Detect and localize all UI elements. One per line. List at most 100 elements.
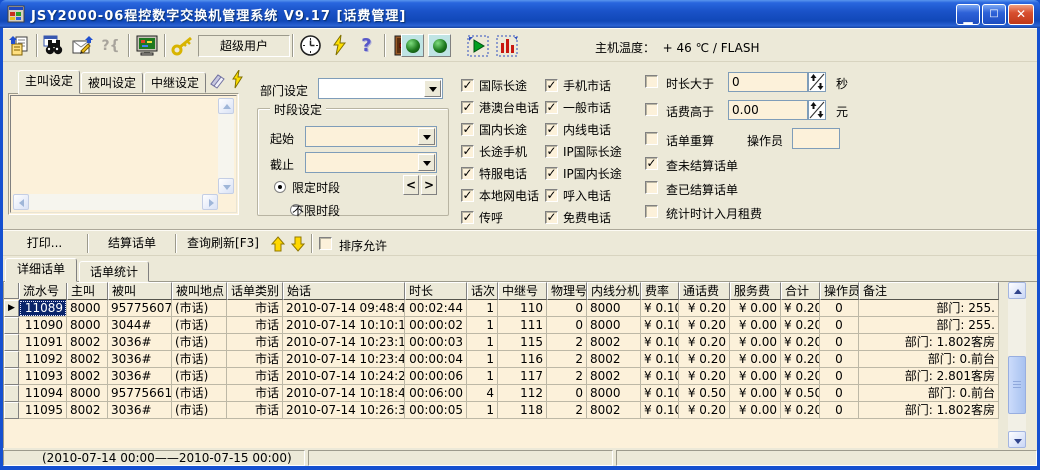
column-header[interactable]: 服务费: [730, 282, 781, 300]
table-cell[interactable]: ¥ 0.00: [730, 385, 781, 402]
settled-checkbox[interactable]: [645, 181, 658, 194]
print-button[interactable]: 打印...: [3, 233, 86, 254]
table-cell[interactable]: 市话: [227, 402, 283, 419]
table-cell[interactable]: 2010-07-14 10:23:45: [283, 351, 405, 368]
table-cell[interactable]: ¥ 0.20: [781, 334, 820, 351]
move-down-arrow-icon[interactable]: [291, 236, 305, 252]
operator-input[interactable]: [792, 128, 840, 149]
dropdown-arrow-icon[interactable]: [418, 154, 435, 171]
sort-allowed-checkbox[interactable]: [319, 237, 332, 250]
table-cell[interactable]: 部门: 1.802客房: [859, 402, 999, 419]
start-datetime-combo[interactable]: 2010-07-14 00:00: [305, 126, 437, 147]
table-cell[interactable]: ¥ 0.00: [730, 351, 781, 368]
table-cell[interactable]: 2: [547, 402, 587, 419]
table-cell[interactable]: 111: [498, 317, 547, 334]
table-cell[interactable]: ¥ 0.10: [641, 351, 679, 368]
table-cell[interactable]: 0: [547, 300, 587, 317]
table-cell[interactable]: 8002: [67, 334, 108, 351]
settle-button[interactable]: 结算话单: [90, 233, 174, 254]
table-cell[interactable]: ¥ 0.00: [730, 317, 781, 334]
department-select[interactable]: [318, 78, 443, 99]
column-header[interactable]: 话次: [467, 282, 498, 300]
table-cell[interactable]: 8000: [587, 317, 641, 334]
table-cell[interactable]: (市话): [172, 334, 227, 351]
table-cell[interactable]: ¥ 0.20: [781, 351, 820, 368]
table-cell[interactable]: (市话): [172, 368, 227, 385]
table-cell[interactable]: 8000: [67, 317, 108, 334]
table-cell[interactable]: 1: [467, 334, 498, 351]
login-button[interactable]: [170, 33, 195, 58]
column-header[interactable]: 始话: [283, 282, 405, 300]
table-cell[interactable]: 部门: 1.802客房: [859, 334, 999, 351]
table-cell[interactable]: 8000: [587, 385, 641, 402]
table-cell[interactable]: (市话): [172, 385, 227, 402]
table-cell[interactable]: 0: [820, 317, 859, 334]
table-cell[interactable]: ¥ 0.10: [641, 300, 679, 317]
tab-bill-statistics[interactable]: 话单统计: [79, 261, 149, 282]
table-cell[interactable]: 115: [498, 334, 547, 351]
table-cell[interactable]: ¥ 0.20: [781, 300, 820, 317]
table-cell[interactable]: ¥ 0.00: [730, 368, 781, 385]
fee-filter-checkbox[interactable]: [645, 103, 658, 116]
end-datetime-combo[interactable]: 2010-07-15 00:00: [305, 152, 437, 173]
recalc-checkbox[interactable]: [645, 132, 658, 145]
table-cell[interactable]: 3036#: [108, 368, 172, 385]
column-header[interactable]: 主叫: [67, 282, 108, 300]
maximize-button[interactable]: □: [982, 4, 1006, 25]
call-type-checkbox[interactable]: ✓: [461, 123, 474, 136]
table-cell[interactable]: 1: [467, 402, 498, 419]
fee-input[interactable]: 0.00: [728, 100, 808, 120]
table-cell[interactable]: 0: [547, 385, 587, 402]
call-type-checkbox[interactable]: ✓: [461, 145, 474, 158]
table-cell[interactable]: 118: [498, 402, 547, 419]
column-header[interactable]: 被叫: [108, 282, 172, 300]
table-cell[interactable]: 2: [547, 351, 587, 368]
table-cell[interactable]: 112: [498, 385, 547, 402]
table-cell[interactable]: 8000: [67, 385, 108, 402]
table-cell[interactable]: 部门: 0.前台: [859, 351, 999, 368]
tab-caller-setting[interactable]: 主叫设定: [18, 70, 80, 94]
scrollbar-thumb[interactable]: [1008, 356, 1026, 414]
table-cell[interactable]: 2010-07-14 10:18:45: [283, 385, 405, 402]
table-cell[interactable]: 8002: [587, 334, 641, 351]
table-cell[interactable]: 8000: [587, 300, 641, 317]
table-cell[interactable]: 2010-07-14 10:26:39: [283, 402, 405, 419]
table-cell[interactable]: ¥ 0.00: [730, 300, 781, 317]
table-cell[interactable]: ¥ 0.20: [679, 317, 730, 334]
column-header[interactable]: 内线分机: [587, 282, 641, 300]
table-cell[interactable]: ¥ 0.20: [679, 368, 730, 385]
table-cell[interactable]: ¥ 0.20: [679, 334, 730, 351]
call-type-checkbox[interactable]: ✓: [545, 101, 558, 114]
call-type-checkbox[interactable]: ✓: [545, 145, 558, 158]
scroll-down-button[interactable]: [1008, 431, 1026, 448]
table-cell[interactable]: 8002: [587, 368, 641, 385]
table-cell[interactable]: ¥ 0.00: [730, 402, 781, 419]
tab-called-setting[interactable]: 被叫设定: [81, 72, 143, 93]
table-cell[interactable]: 8002: [587, 351, 641, 368]
table-cell[interactable]: 部门: 255.: [859, 300, 999, 317]
row-indicator[interactable]: [4, 317, 19, 334]
table-cell[interactable]: 市话: [227, 300, 283, 317]
move-up-arrow-icon[interactable]: [271, 236, 285, 252]
call-type-checkbox[interactable]: ✓: [545, 123, 558, 136]
column-header[interactable]: 费率: [641, 282, 679, 300]
table-cell[interactable]: ¥ 0.20: [679, 351, 730, 368]
table-cell[interactable]: ¥ 0.20: [679, 300, 730, 317]
minimize-button[interactable]: ▁: [956, 4, 980, 25]
table-cell[interactable]: 2: [547, 334, 587, 351]
table-cell[interactable]: 00:00:03: [405, 334, 467, 351]
table-cell[interactable]: 95775661#: [108, 385, 172, 402]
table-cell[interactable]: 市话: [227, 317, 283, 334]
row-indicator[interactable]: [4, 385, 19, 402]
table-cell[interactable]: 0: [820, 351, 859, 368]
table-cell[interactable]: ¥ 0.50: [781, 385, 820, 402]
call-type-checkbox[interactable]: ✓: [461, 189, 474, 202]
column-header[interactable]: 备注: [859, 282, 999, 300]
column-header[interactable]: 时长: [405, 282, 467, 300]
table-cell[interactable]: 11092: [19, 351, 67, 368]
table-cell[interactable]: 8002: [67, 368, 108, 385]
table-cell[interactable]: 8000: [67, 300, 108, 317]
column-header[interactable]: 物理号: [547, 282, 587, 300]
table-cell[interactable]: 11093: [19, 368, 67, 385]
table-cell[interactable]: 00:06:00: [405, 385, 467, 402]
